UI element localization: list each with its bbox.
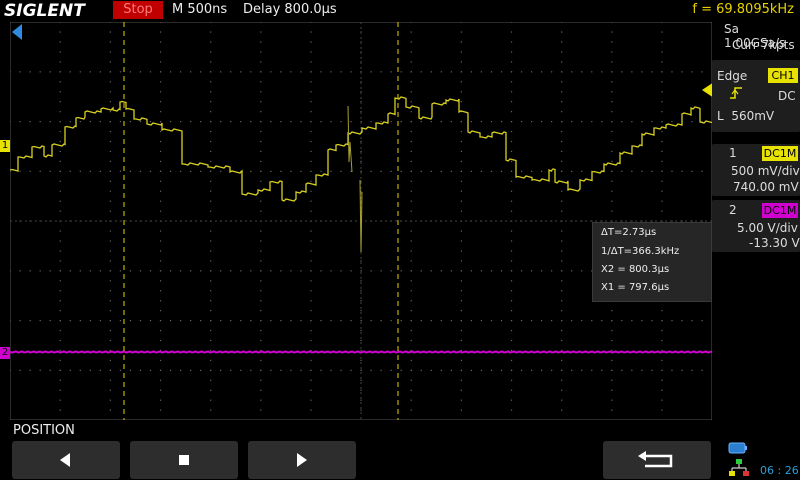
memory-depth-readout: Curr 7kpts bbox=[732, 38, 795, 52]
position-right-button[interactable] bbox=[248, 441, 356, 479]
waveform-display[interactable] bbox=[10, 22, 712, 420]
ch2-offset-marker[interactable]: 2 bbox=[0, 347, 10, 359]
brand-logo: SIGLENT bbox=[4, 1, 85, 21]
timebase-readout[interactable]: M 500ns bbox=[172, 2, 227, 17]
trigger-position-icon bbox=[12, 24, 22, 40]
cursor-measurement-panel: ΔT=2.73μs 1/ΔT=366.3kHz X2 = 800.3μs X1 … bbox=[592, 222, 712, 302]
trigger-mode: Edge bbox=[717, 69, 748, 83]
delta-t-readout: ΔT=2.73μs bbox=[601, 227, 657, 238]
ch1-number: 1 bbox=[729, 146, 737, 160]
delay-readout[interactable]: Delay 800.0μs bbox=[243, 2, 337, 17]
battery-icon bbox=[728, 442, 747, 454]
rising-edge-icon bbox=[730, 87, 742, 99]
position-reset-button[interactable] bbox=[130, 441, 238, 479]
left-arrow-icon bbox=[60, 453, 70, 467]
ch2-coupling-badge: DC1M bbox=[762, 203, 798, 218]
return-button[interactable] bbox=[603, 441, 711, 479]
ch2-number: 2 bbox=[729, 203, 737, 217]
cursor-x1-readout: X1 = 797.6μs bbox=[601, 282, 670, 293]
inverse-delta-t-readout: 1/ΔT=366.3kHz bbox=[601, 246, 680, 257]
ch1-offset-marker[interactable]: 1 bbox=[0, 140, 10, 152]
clock: 06 : 26 bbox=[760, 464, 799, 477]
cursor-x2-readout: X2 = 800.3μs bbox=[601, 264, 670, 275]
trigger-coupling: DC bbox=[778, 89, 796, 103]
trigger-source-badge: CH1 bbox=[768, 68, 798, 83]
stop-square-icon bbox=[179, 455, 189, 465]
menu-title: POSITION bbox=[13, 423, 75, 438]
ch2-offset: -13.30 V bbox=[749, 236, 800, 250]
ch1-coupling-badge: DC1M bbox=[762, 146, 798, 161]
network-icon bbox=[729, 459, 749, 476]
right-arrow-icon bbox=[297, 453, 307, 467]
ch1-scale: 500 mV/div bbox=[731, 164, 800, 178]
ch2-scale: 5.00 V/div bbox=[737, 221, 798, 235]
run-stop-status[interactable]: Stop bbox=[113, 1, 163, 19]
return-icon bbox=[638, 451, 673, 468]
ch2-trace bbox=[10, 350, 712, 354]
trigger-level: L 560mV bbox=[717, 109, 775, 123]
position-left-button[interactable] bbox=[12, 441, 120, 479]
ch1-offset: 740.00 mV bbox=[733, 180, 799, 194]
frequency-counter: f = 69.8095kHz bbox=[692, 2, 794, 17]
